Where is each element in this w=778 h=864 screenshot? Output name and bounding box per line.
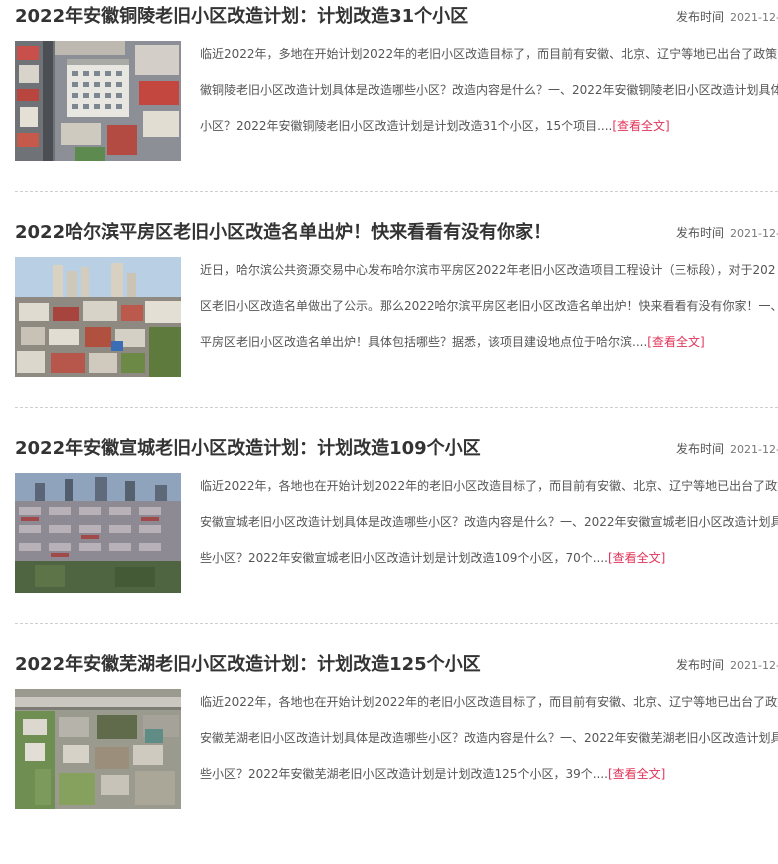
publish-date: 2021-12- <box>730 659 778 672</box>
summary-line: 安徽芜湖老旧小区改造计划具体是改造哪些小区？改造内容是什么？一、2022年安徽芜… <box>200 731 778 745</box>
publish-label: 发布时间 <box>676 658 725 672</box>
article-summary: 临近2022年，各地也在开始计划2022年的老旧小区改造目标了，而目前有安徽、北… <box>200 477 778 585</box>
article-summary: 临近2022年，多地在开始计划2022年的老旧小区改造目标了，而目前有安徽、北京… <box>200 45 778 153</box>
publish-date: 2021-12- <box>730 443 778 456</box>
summary-line-text: 小区？2022年安徽铜陵老旧小区改造计划是计划改造31个小区，15个项目.... <box>200 119 613 133</box>
summary-line-text: 些小区？2022年安徽芜湖老旧小区改造计划是计划改造125个小区，39个.... <box>200 767 608 781</box>
summary-line: 区老旧小区改造名单做出了公示。那么2022哈尔滨平房区老旧小区改造名单出炉！快来… <box>200 299 778 313</box>
read-more-link[interactable]: [查看全文] <box>608 551 665 565</box>
article-thumbnail[interactable] <box>15 689 181 809</box>
publish-label: 发布时间 <box>676 442 725 456</box>
publish-meta: 发布时间 2021-12- <box>676 440 778 459</box>
article-title-link[interactable]: 2022哈尔滨平房区老旧小区改造名单出炉！快来看看有没有你家！ <box>15 220 551 246</box>
summary-line: 近日，哈尔滨公共资源交易中心发布哈尔滨市平房区2022年老旧小区改造项目工程设计… <box>200 263 776 277</box>
summary-line-last: 些小区？2022年安徽芜湖老旧小区改造计划是计划改造125个小区，39个....… <box>200 765 778 783</box>
publish-label: 发布时间 <box>676 226 725 240</box>
publish-meta: 发布时间 2021-12- <box>676 656 778 675</box>
summary-line: 徽铜陵老旧小区改造计划具体是改造哪些小区？改造内容是什么？一、2022年安徽铜陵… <box>200 83 778 97</box>
summary-line: 临近2022年，多地在开始计划2022年的老旧小区改造目标了，而目前有安徽、北京… <box>200 47 778 61</box>
article-summary: 近日，哈尔滨公共资源交易中心发布哈尔滨市平房区2022年老旧小区改造项目工程设计… <box>200 261 778 369</box>
publish-date: 2021-12- <box>730 227 778 240</box>
article-thumbnail[interactable] <box>15 41 181 161</box>
summary-line: 安徽宣城老旧小区改造计划具体是改造哪些小区？改造内容是什么？一、2022年安徽宣… <box>200 515 778 529</box>
thumbnail-image <box>15 689 181 809</box>
article-thumbnail[interactable] <box>15 473 181 593</box>
divider <box>15 623 778 624</box>
article-title-link[interactable]: 2022年安徽芜湖老旧小区改造计划：计划改造125个小区 <box>15 652 481 678</box>
summary-line: 临近2022年，各地也在开始计划2022年的老旧小区改造目标了，而目前有安徽、北… <box>200 479 778 493</box>
publish-meta: 发布时间 2021-12- <box>676 8 778 27</box>
summary-line-last: 些小区？2022年安徽宣城老旧小区改造计划是计划改造109个小区，70个....… <box>200 549 778 567</box>
article-summary: 临近2022年，各地也在开始计划2022年的老旧小区改造目标了，而目前有安徽、北… <box>200 693 778 801</box>
summary-line-last: 小区？2022年安徽铜陵老旧小区改造计划是计划改造31个小区，15个项目....… <box>200 117 778 135</box>
article-item: 2022年安徽宣城老旧小区改造计划：计划改造109个小区 发布时间 2021-12… <box>0 432 778 648</box>
article-title-link[interactable]: 2022年安徽宣城老旧小区改造计划：计划改造109个小区 <box>15 436 481 462</box>
divider <box>15 407 778 408</box>
article-thumbnail[interactable] <box>15 257 181 377</box>
read-more-link[interactable]: [查看全文] <box>647 335 704 349</box>
publish-date: 2021-12- <box>730 11 778 24</box>
publish-meta: 发布时间 2021-12- <box>676 224 778 243</box>
article-item: 2022哈尔滨平房区老旧小区改造名单出炉！快来看看有没有你家！ 发布时间 2021… <box>0 216 778 432</box>
publish-label: 发布时间 <box>676 10 725 24</box>
read-more-link[interactable]: [查看全文] <box>612 119 669 133</box>
summary-line-text: 平房区老旧小区改造名单出炉！具体包括哪些？据悉，该项目建设地点位于哈尔滨.... <box>200 335 648 349</box>
summary-line-last: 平房区老旧小区改造名单出炉！具体包括哪些？据悉，该项目建设地点位于哈尔滨....… <box>200 333 778 351</box>
article-item: 2022年安徽铜陵老旧小区改造计划：计划改造31个小区 发布时间 2021-12- <box>0 0 778 216</box>
article-title-link[interactable]: 2022年安徽铜陵老旧小区改造计划：计划改造31个小区 <box>15 4 468 30</box>
article-item: 2022年安徽芜湖老旧小区改造计划：计划改造125个小区 发布时间 2021-12… <box>0 648 778 864</box>
summary-line: 临近2022年，各地也在开始计划2022年的老旧小区改造目标了，而目前有安徽、北… <box>200 695 778 709</box>
thumbnail-image <box>15 257 181 377</box>
thumbnail-image <box>15 473 181 593</box>
read-more-link[interactable]: [查看全文] <box>608 767 665 781</box>
divider <box>15 191 778 192</box>
summary-line-text: 些小区？2022年安徽宣城老旧小区改造计划是计划改造109个小区，70个.... <box>200 551 608 565</box>
thumbnail-image <box>15 41 181 161</box>
